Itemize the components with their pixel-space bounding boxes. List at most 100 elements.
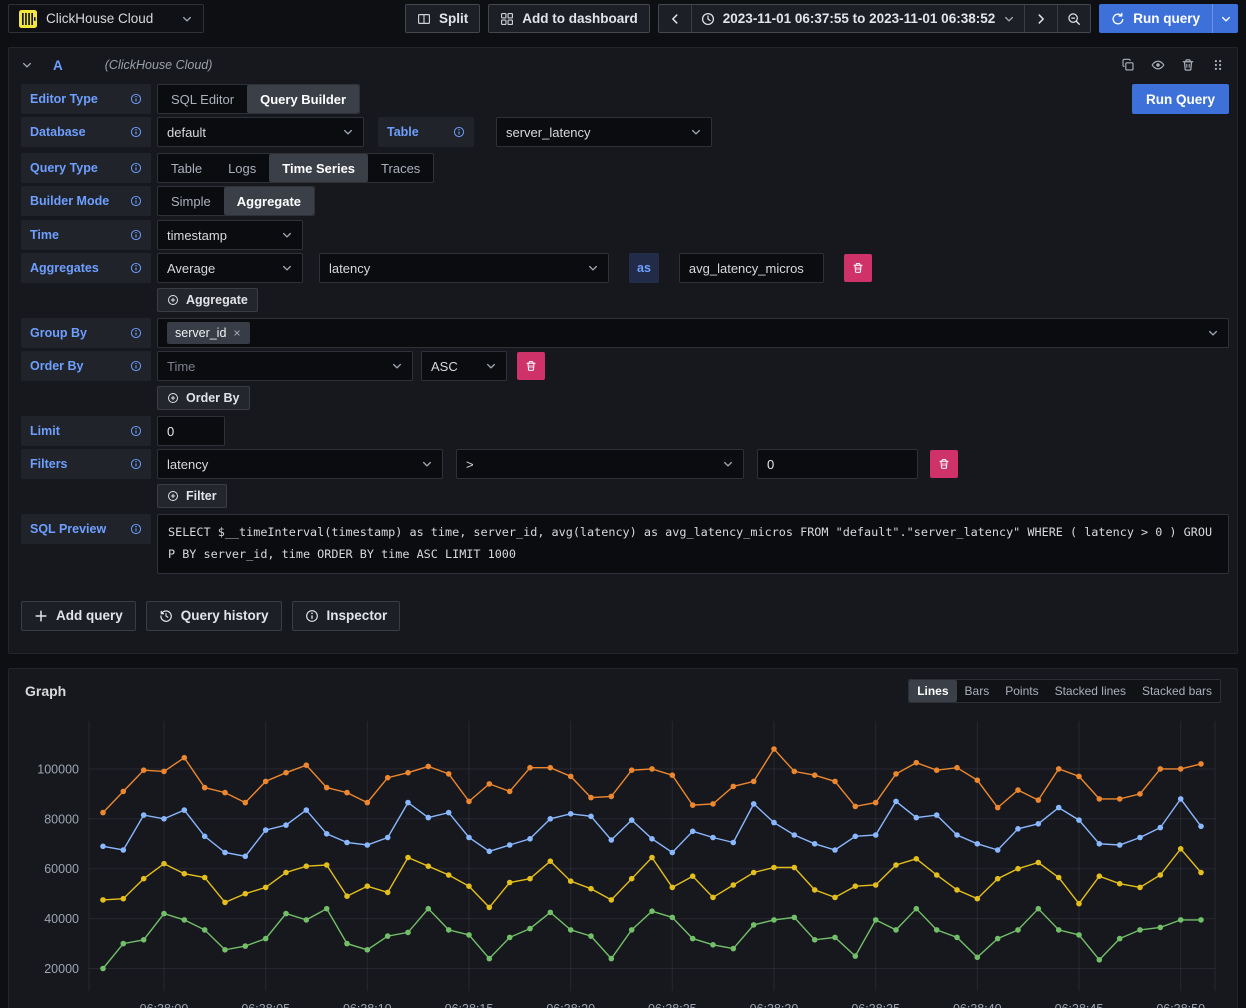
time-shift-forward-button[interactable] [1024, 5, 1057, 32]
time-zoom-out-button[interactable] [1057, 5, 1090, 32]
order-by-field-select[interactable]: Time [157, 351, 413, 381]
add-order-by-button[interactable]: Order By [157, 386, 250, 410]
chevron-down-icon [281, 229, 293, 241]
table-value: server_latency [506, 125, 591, 140]
toggle-visibility-eye-icon[interactable] [1151, 58, 1165, 72]
query-history-button[interactable]: Query history [146, 601, 282, 631]
info-icon[interactable] [130, 262, 142, 274]
chevron-left-icon [668, 12, 682, 26]
run-query-dropdown-button[interactable] [1212, 4, 1238, 33]
remove-aggregate-button[interactable] [844, 254, 872, 282]
aggregate-alias-input[interactable]: avg_latency_micros [679, 253, 824, 283]
limit-input[interactable]: 0 [157, 416, 225, 446]
run-query-editor-button[interactable]: Run Query [1132, 84, 1229, 114]
group-by-chip[interactable]: server_id [167, 322, 250, 344]
option-traces[interactable]: Traces [368, 154, 433, 182]
chevron-down-icon [690, 126, 702, 138]
collapse-chevron-icon[interactable] [21, 59, 33, 71]
aggregate-column-value: latency [329, 261, 370, 276]
field-label-builder-mode: Builder Mode [21, 186, 151, 216]
datasource-name: ClickHouse Cloud [46, 11, 153, 26]
aggregate-function-select[interactable]: Average [157, 253, 303, 283]
option-points[interactable]: Points [997, 680, 1046, 702]
field-label-table: Table [378, 117, 474, 147]
svg-text:60000: 60000 [44, 862, 79, 876]
time-range-button[interactable]: 2023-11-01 06:37:55 to 2023-11-01 06:38:… [691, 5, 1024, 32]
info-icon[interactable] [130, 229, 142, 241]
explore-toolbar: ClickHouse Cloud Split Add to dashboard … [0, 0, 1246, 37]
add-aggregate-button[interactable]: Aggregate [157, 288, 258, 312]
add-filter-button[interactable]: Filter [157, 484, 227, 508]
info-icon[interactable] [130, 126, 142, 138]
table-select[interactable]: server_latency [496, 117, 712, 147]
filter-operator-select[interactable]: > [456, 449, 744, 479]
info-icon[interactable] [130, 195, 142, 207]
option-simple[interactable]: Simple [158, 187, 224, 215]
add-query-button[interactable]: Add query [21, 601, 136, 631]
field-label-query-type: Query Type [21, 153, 151, 183]
info-icon[interactable] [130, 360, 142, 372]
datasource-picker[interactable]: ClickHouse Cloud [8, 4, 204, 33]
svg-text:20000: 20000 [44, 962, 79, 976]
option-table[interactable]: Table [158, 154, 215, 182]
svg-text:06:38:45: 06:38:45 [1055, 1002, 1104, 1008]
info-icon[interactable] [130, 523, 142, 535]
info-circle-icon [305, 609, 319, 623]
filter-value-input[interactable]: 0 [757, 449, 918, 479]
filter-field-select[interactable]: latency [157, 449, 443, 479]
option-lines[interactable]: Lines [909, 680, 956, 702]
group-by-select[interactable]: server_id [157, 318, 1229, 348]
option-stacked-lines[interactable]: Stacked lines [1047, 680, 1134, 702]
chevron-down-icon [722, 458, 734, 470]
remove-chip-x-icon[interactable] [232, 328, 242, 338]
run-query-button[interactable]: Run query [1099, 4, 1212, 33]
query-row-header: A (ClickHouse Cloud) [9, 48, 1237, 82]
option-aggregate[interactable]: Aggregate [224, 187, 314, 215]
sync-icon [1111, 12, 1125, 26]
option-bars[interactable]: Bars [957, 680, 998, 702]
option-time-series[interactable]: Time Series [269, 154, 368, 182]
order-by-direction-select[interactable]: ASC [421, 351, 507, 381]
database-value: default [167, 125, 206, 140]
add-to-dashboard-button[interactable]: Add to dashboard [488, 4, 650, 33]
svg-text:06:38:25: 06:38:25 [648, 1002, 697, 1008]
time-column-select[interactable]: timestamp [157, 220, 303, 250]
remove-order-by-button[interactable] [517, 352, 545, 380]
drag-handle-grip-icon[interactable] [1211, 58, 1225, 72]
chevron-down-icon [421, 458, 433, 470]
option-logs[interactable]: Logs [215, 154, 269, 182]
time-shift-back-button[interactable] [659, 5, 691, 32]
info-icon[interactable] [130, 162, 142, 174]
split-button[interactable]: Split [405, 4, 480, 33]
option-stacked-bars[interactable]: Stacked bars [1134, 680, 1220, 702]
query-ref-id: A [53, 58, 63, 73]
chevron-down-icon [587, 262, 599, 274]
info-icon[interactable] [453, 126, 465, 138]
clickhouse-logo-icon [19, 10, 37, 28]
zoom-out-icon [1067, 12, 1081, 26]
remove-filter-button[interactable] [930, 450, 958, 478]
field-label-group-by: Group By [21, 318, 151, 348]
aggregate-alias-value: avg_latency_micros [689, 261, 804, 276]
aggregate-column-select[interactable]: latency [319, 253, 609, 283]
filter-field-value: latency [167, 457, 208, 472]
option-sql-editor[interactable]: SQL Editor [158, 85, 247, 113]
info-icon[interactable] [130, 327, 142, 339]
trash-icon [525, 360, 537, 372]
option-query-builder[interactable]: Query Builder [247, 85, 359, 113]
run-query-split-button: Run query [1099, 4, 1238, 33]
info-icon[interactable] [130, 458, 142, 470]
chevron-down-icon [1220, 13, 1232, 25]
chevron-down-icon [181, 13, 193, 25]
svg-text:40000: 40000 [44, 912, 79, 926]
svg-text:06:38:40: 06:38:40 [953, 1002, 1002, 1008]
filter-operator-value: > [466, 457, 474, 472]
inspector-button[interactable]: Inspector [292, 601, 401, 631]
duplicate-query-icon[interactable] [1121, 58, 1135, 72]
split-label: Split [439, 11, 468, 26]
database-select[interactable]: default [157, 117, 364, 147]
delete-query-trash-icon[interactable] [1181, 58, 1195, 72]
info-icon[interactable] [130, 425, 142, 437]
time-series-chart[interactable]: 2000040000600008000010000006:38:0006:38:… [25, 705, 1221, 1008]
info-icon[interactable] [130, 93, 142, 105]
